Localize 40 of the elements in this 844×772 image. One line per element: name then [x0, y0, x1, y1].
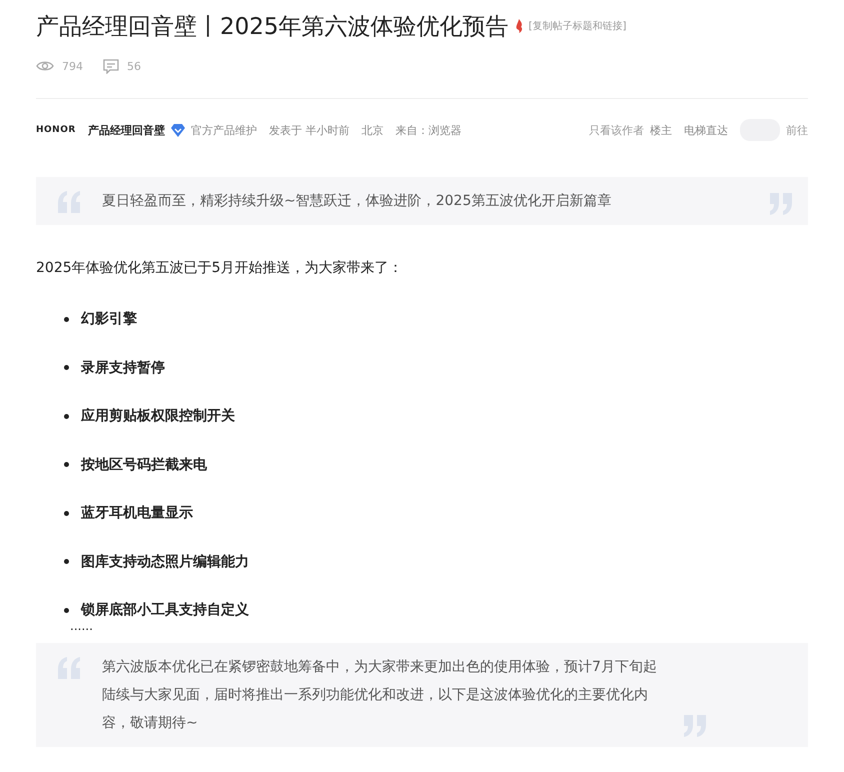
close-quote-icon: [768, 193, 794, 215]
jump-label: 电梯直达: [684, 122, 728, 138]
bullet-icon: [64, 462, 69, 468]
feature-item: 录屏支持暂停: [81, 358, 165, 377]
feature-item: 图库支持动态照片编辑能力: [81, 552, 249, 571]
flame-icon: [514, 19, 523, 33]
post-source: 来自：浏览器: [395, 122, 462, 138]
bullet-icon: [64, 365, 69, 370]
eye-icon: [36, 60, 54, 72]
bullet-icon: [64, 510, 69, 516]
only-author-link[interactable]: 只看该作者: [589, 122, 644, 138]
feature-item: 按地区号码拦截来电: [81, 456, 207, 474]
close-quote-icon: [682, 714, 708, 736]
feature-item: 幻影引擎: [81, 310, 137, 328]
floor-label: 楼主: [650, 122, 672, 138]
open-quote-icon: [56, 656, 82, 678]
bullet-icon: [64, 316, 69, 322]
go-link[interactable]: 前往: [786, 122, 808, 138]
feature-item: 蓝牙耳机电量显示: [81, 504, 193, 522]
verified-label: 官方产品维护: [190, 122, 257, 138]
open-quote-icon: [56, 191, 82, 213]
bullet-icon: [64, 608, 69, 613]
bullet-icon: [64, 414, 69, 419]
post-location: 北京: [361, 122, 384, 138]
comment-count: 56: [127, 60, 141, 72]
verified-icon: [170, 124, 185, 136]
bullet-icon: [64, 559, 69, 564]
quote-text: 夏日轻盈而至，精彩持续升级~智慧跃迁，体验进阶，2025第五波优化开启新篇章: [102, 192, 612, 211]
feature-item: 应用剪贴板权限控制开关: [81, 407, 235, 426]
view-count: 794: [62, 60, 83, 72]
feature-item: 锁屏底部小工具支持自定义: [81, 601, 249, 620]
ellipsis-text: ......: [70, 618, 94, 634]
comment-icon: [103, 58, 119, 74]
post-title: 产品经理回音壁丨2025年第六波体验优化预告: [36, 12, 509, 42]
quote-text: 第六波版本优化已在紧锣密鼓地筹备中，为大家带来更加出色的使用体验，预计7月下旬起陆续与大家见面，届时将推出一系列功能优化和改进，以下是这波体验优化的主要优化内容，敬请期待~: [102, 658, 658, 732]
brand-logo: HONOR: [36, 125, 76, 135]
author-name[interactable]: 产品经理回音壁: [88, 122, 165, 138]
intro-text: 2025年体验优化第五波已于5月开始推送，为大家带来了：: [36, 259, 404, 277]
post-time: 发表于 半小时前: [268, 122, 350, 138]
copy-link[interactable]: [复制帖子标题和链接]: [528, 19, 626, 33]
